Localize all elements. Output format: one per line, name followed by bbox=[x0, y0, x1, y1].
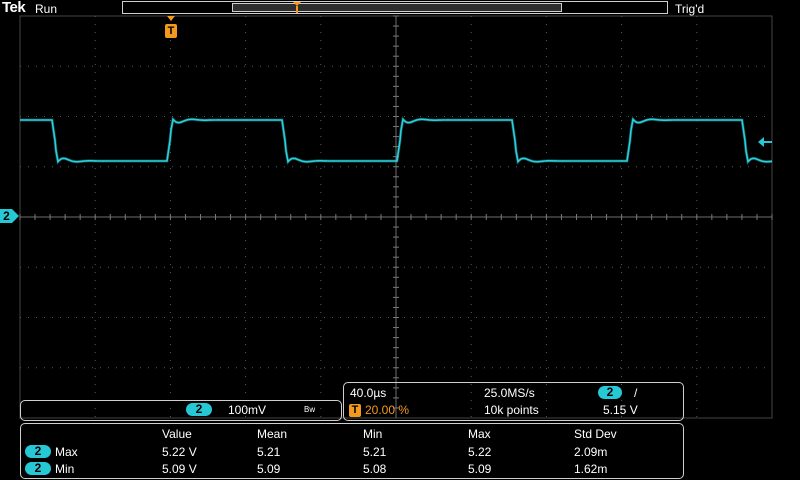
measurement-row-min[interactable]: 2 Min 5.09 V 5.09 5.08 5.09 1.62m bbox=[21, 461, 683, 476]
trigger-position: 20.00 % bbox=[365, 403, 410, 417]
cell-std-dev: 2.09m bbox=[574, 445, 608, 459]
channel-2-readout[interactable]: 2 100mV Bw bbox=[20, 400, 342, 421]
measurement-panel[interactable]: Value Mean Min Max Std Dev 2 Max 5.22 V … bbox=[20, 423, 684, 479]
channel-2-ground-marker[interactable]: 2 bbox=[0, 209, 19, 223]
trigger-level-arrow-icon[interactable] bbox=[758, 137, 772, 147]
trigger-position-marker[interactable]: T bbox=[164, 16, 178, 40]
cell-value: 5.22 V bbox=[162, 445, 197, 459]
col-header-std-dev: Std Dev bbox=[574, 427, 617, 441]
trigger-marker-label: T bbox=[167, 25, 175, 37]
cell-max: 5.09 bbox=[468, 462, 492, 476]
cell-min: 5.21 bbox=[363, 445, 387, 459]
graticule bbox=[19, 15, 773, 419]
cell-min: 5.08 bbox=[363, 462, 387, 476]
horizontal-scale: 40.0µs bbox=[350, 386, 387, 400]
row-label: Min bbox=[55, 462, 75, 476]
channel-badge: 2 bbox=[186, 403, 212, 416]
cell-std-dev: 1.62m bbox=[574, 462, 608, 476]
row-channel-badge: 2 bbox=[25, 462, 51, 475]
col-header-max: Max bbox=[468, 427, 491, 441]
measurement-row-max[interactable]: 2 Max 5.22 V 5.21 5.21 5.22 2.09m bbox=[21, 444, 683, 459]
bandwidth-limit-icon: Bw bbox=[304, 405, 316, 414]
trigger-slope-icon: / bbox=[634, 386, 638, 400]
col-header-mean: Mean bbox=[257, 427, 288, 441]
cell-mean: 5.09 bbox=[257, 462, 281, 476]
col-header-value: Value bbox=[162, 427, 192, 441]
channel-marker-label: 2 bbox=[3, 209, 10, 223]
trigger-position-icon-label: T bbox=[351, 404, 359, 416]
trigger-source-badge: 2 bbox=[598, 386, 622, 399]
timebase-trigger-readout[interactable]: 40.0µs 25.0MS/s 2 / T 20.00 % 10k points… bbox=[343, 382, 684, 421]
sample-rate: 25.0MS/s bbox=[484, 386, 535, 400]
trigger-level: 5.15 V bbox=[603, 403, 638, 417]
row-label: Max bbox=[55, 445, 78, 459]
vertical-scale: 100mV bbox=[228, 403, 267, 417]
row-channel-badge: 2 bbox=[25, 445, 51, 458]
record-length: 10k points bbox=[484, 403, 539, 417]
cell-max: 5.22 bbox=[468, 445, 492, 459]
cell-mean: 5.21 bbox=[257, 445, 281, 459]
cell-value: 5.09 V bbox=[162, 462, 197, 476]
col-header-min: Min bbox=[363, 427, 383, 441]
